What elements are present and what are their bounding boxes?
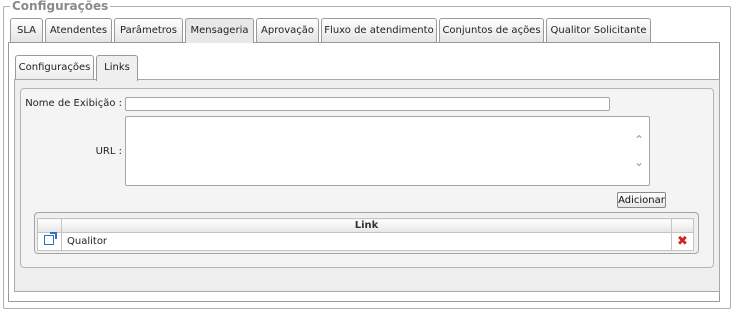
url-label: URL : — [95, 146, 122, 157]
tab-fluxo-de-atendimento[interactable]: Fluxo de atendimento — [321, 18, 437, 42]
tab-mensageria[interactable]: Mensageria — [185, 18, 254, 43]
header-link: Link — [61, 218, 672, 233]
subtab-links[interactable]: Links — [96, 55, 138, 81]
display-name-label: Nome de Exibição : — [25, 98, 122, 109]
tab-atendentes[interactable]: Atendentes — [45, 18, 112, 42]
subtab-configuracoes[interactable]: Configurações — [15, 55, 94, 80]
display-name-input[interactable] — [125, 97, 610, 111]
add-button[interactable]: Adicionar — [617, 192, 666, 208]
tab-parametros[interactable]: Parâmetros — [114, 18, 183, 42]
tab-aprovacao[interactable]: Aprovação — [256, 18, 319, 42]
header-delete-col — [671, 218, 694, 233]
url-textarea[interactable] — [125, 116, 650, 186]
edit-icon[interactable] — [44, 232, 57, 245]
delete-icon[interactable]: ✖ — [672, 235, 693, 248]
tab-qualitor-solicitante[interactable]: Qualitor Solicitante — [546, 18, 651, 42]
scroll-up-icon[interactable]: ⌃ — [634, 134, 644, 146]
tab-sla[interactable]: SLA — [10, 18, 43, 42]
scroll-down-icon[interactable]: ⌄ — [634, 156, 644, 168]
header-edit-col — [37, 218, 62, 233]
links-table: Link Qualitor ✖ — [37, 218, 694, 251]
table-row: Qualitor ✖ — [37, 232, 694, 251]
tab-conjuntos-de-acoes[interactable]: Conjuntos de ações — [439, 18, 544, 42]
table-header-row: Link — [37, 218, 694, 233]
link-cell: Qualitor — [61, 232, 672, 251]
fieldset-legend: Configurações — [10, 0, 111, 13]
